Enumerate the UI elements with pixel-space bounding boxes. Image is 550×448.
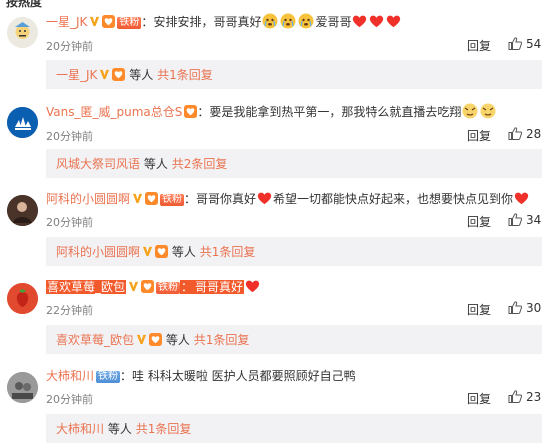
red-heart-emoji-icon [352,14,367,28]
thumbs-up-icon [508,127,522,140]
thumbs-up-icon [508,390,522,403]
crying-face-emoji-icon [262,13,278,29]
avatar[interactable] [7,372,38,403]
timestamp: 20分钟前 [46,130,93,143]
like-button[interactable]: 54 [508,37,541,51]
sub-reply-box[interactable]: 阿科的小圆圆啊 等人 共1条回复 [46,237,542,266]
reply-button[interactable]: 回复 [467,213,491,230]
fan-heart-icon [149,333,162,346]
sub-reply-count[interactable]: 共1条回复 [194,333,250,347]
comment-text-2: 爱哥哥 [315,15,352,29]
red-heart-emoji-icon [257,191,272,205]
verified-v-icon [132,193,143,204]
sort-header-cut: 按热度 [0,0,550,8]
username[interactable]: 阿科的小圆圆啊 [46,192,130,206]
sub-reply-user[interactable]: 风城大祭司风语 [56,157,140,171]
sub-reply-box[interactable]: 风城大祭司风语 等人 共2条回复 [46,149,542,178]
sub-reply-user[interactable]: 喜欢草莓_欧包 [56,333,134,347]
red-heart-emoji-icon [245,279,260,293]
username[interactable]: 喜欢草莓_欧包 [46,280,127,294]
grinning-face-emoji-icon [480,103,496,119]
verified-v-icon [128,281,139,292]
timestamp: 20分钟前 [46,216,93,229]
sub-reply-user[interactable]: 阿科的小圆圆啊 [56,245,140,259]
avatar[interactable] [7,107,38,138]
like-count: 54 [526,37,542,51]
reply-button[interactable]: 回复 [467,37,491,54]
verified-v-icon [136,334,147,345]
like-count: 28 [526,127,542,141]
like-count: 30 [526,301,542,315]
like-button[interactable]: 28 [508,127,541,141]
sub-reply-user[interactable]: 一星_JK [56,68,97,82]
like-button[interactable]: 23 [508,390,541,404]
red-heart-emoji-icon [369,14,384,28]
sub-reply-others: 等人 [143,157,168,171]
crying-face-emoji-icon [280,13,296,29]
like-count: 34 [526,213,542,227]
grinning-face-emoji-icon [462,103,478,119]
reply-button[interactable]: 回复 [467,301,491,318]
sub-reply-count[interactable]: 共2条回复 [172,157,228,171]
verified-v-icon [142,246,153,257]
username[interactable]: Vans_匿_威_puma总仓S [46,105,182,119]
like-button[interactable]: 34 [508,213,541,227]
crying-face-emoji-icon [298,13,314,29]
sub-reply-others: 等人 [107,422,132,436]
verified-v-icon [99,69,110,80]
comment-text: 哥哥你真好 [196,192,257,206]
timestamp: 20分钟前 [46,40,93,53]
fan-badge: 铁粉 [156,282,181,294]
comment-text: 哥哥真好 [194,280,245,294]
fan-heart-icon [145,192,158,205]
username[interactable]: 大柿和川 [46,369,94,383]
avatar[interactable] [7,17,38,48]
thumbs-up-icon [508,37,522,50]
comment-text: 要是我能拿到热平第一，那我特么就直播去吃翔 [209,105,462,119]
comment-text: 安排安排，哥哥真好 [153,15,262,29]
sub-reply-count[interactable]: 共1条回复 [200,245,256,259]
fan-badge: 铁粉 [96,371,121,383]
sub-reply-others: 等人 [129,68,154,82]
thumbs-up-icon [508,301,522,314]
sub-reply-user[interactable]: 大柿和川 [56,422,104,436]
sub-reply-box[interactable]: 喜欢草莓_欧包 等人 共1条回复 [46,325,542,354]
fan-heart-icon [141,280,154,293]
sub-reply-count[interactable]: 共1条回复 [136,422,192,436]
username[interactable]: 一星_JK [46,15,87,29]
fan-heart-icon [155,245,168,258]
fan-heart-icon [184,105,197,118]
fan-badge: 铁粉 [117,17,142,29]
sub-reply-count[interactable]: 共1条回复 [157,68,213,82]
verified-v-icon [89,16,100,27]
fan-heart-icon [102,15,115,28]
reply-button[interactable]: 回复 [467,390,491,407]
sub-reply-others: 等人 [165,333,190,347]
like-count: 23 [526,390,542,404]
red-heart-emoji-icon [514,191,529,205]
comment-text-2: 希望一切都能快点好起来，也想要快点见到你 [273,192,514,206]
fan-badge: 铁粉 [160,194,185,206]
avatar[interactable] [7,283,38,314]
comment-text: 哇 科科太暖啦 医护人员都要照顾好自己鸭 [132,369,356,383]
like-button[interactable]: 30 [508,301,541,315]
sub-reply-box[interactable]: 大柿和川 等人 共1条回复 [46,414,542,443]
red-heart-emoji-icon [386,14,401,28]
avatar[interactable] [7,195,38,226]
sort-label: 按热度 [6,0,43,8]
fan-heart-icon [112,68,125,81]
reply-button[interactable]: 回复 [467,127,491,144]
sub-reply-box[interactable]: 一星_JK 等人 共1条回复 [46,60,542,89]
timestamp: 22分钟前 [46,304,93,317]
timestamp: 20分钟前 [46,393,93,406]
sub-reply-others: 等人 [171,245,196,259]
thumbs-up-icon [508,213,522,226]
